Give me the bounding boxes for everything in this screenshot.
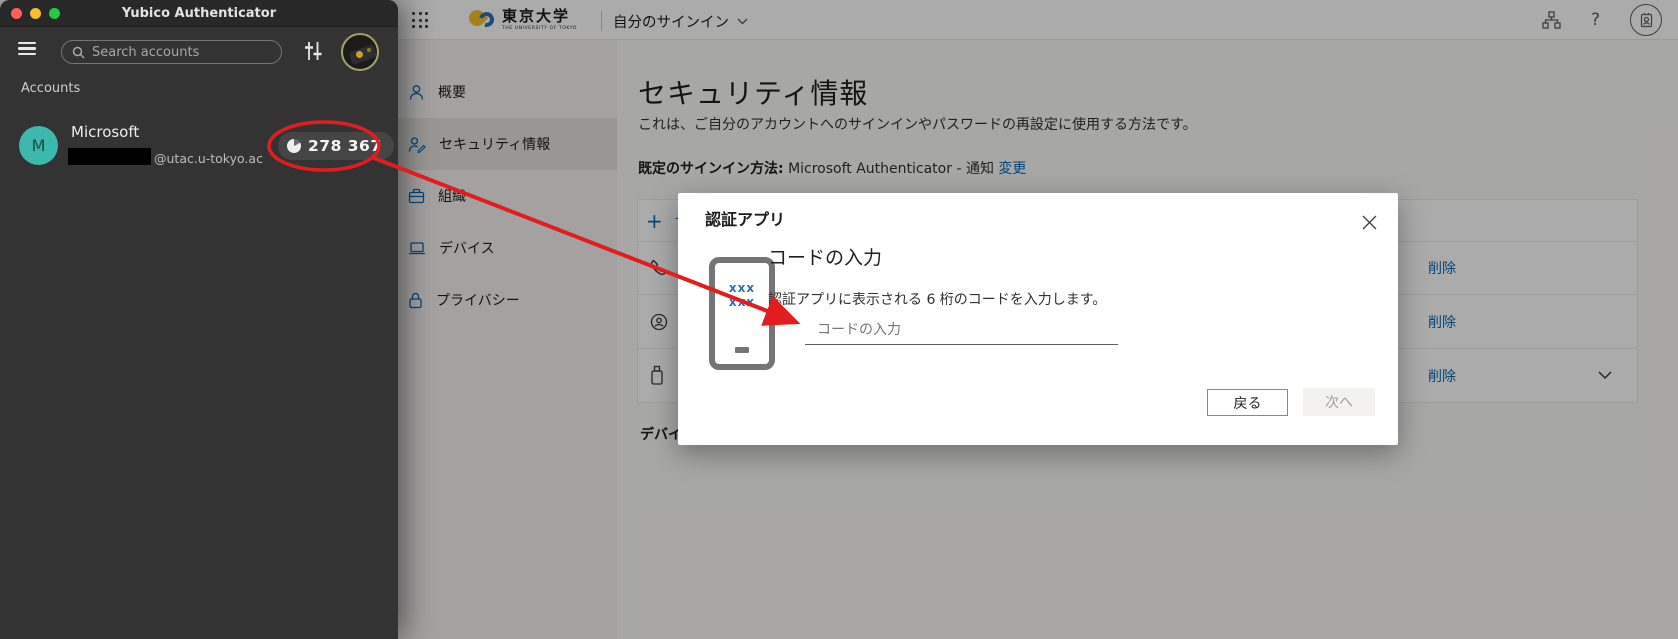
window-title: Yubico Authenticator — [122, 6, 276, 21]
phone-home-button — [735, 347, 749, 353]
dialog-description: 認証アプリに表示される 6 桁のコードを入力します。 — [768, 289, 1106, 309]
zoom-window-button[interactable] — [49, 8, 60, 19]
next-button[interactable]: 次へ — [1303, 388, 1375, 416]
search-box[interactable] — [61, 40, 282, 64]
yubico-titlebar: Yubico Authenticator — [0, 0, 398, 27]
close-window-button[interactable] — [11, 8, 22, 19]
dialog-title: 認証アプリ — [705, 206, 785, 230]
code-input[interactable] — [805, 319, 1118, 345]
dialog-heading: コードの入力 — [768, 243, 882, 270]
account-row-microsoft[interactable]: M Microsoft @utac.u-tokyo.ac 278 367 — [0, 115, 398, 177]
account-domain: @utac.u-tokyo.ac — [154, 151, 263, 166]
otp-code-pill[interactable]: 278 367 — [278, 132, 394, 160]
back-button[interactable]: 戻る — [1207, 389, 1288, 416]
search-icon — [72, 46, 85, 59]
phone-illustration: xxx xxx — [709, 257, 775, 370]
account-name: Microsoft — [71, 123, 139, 141]
yubikey-avatar[interactable] — [341, 33, 379, 71]
authenticator-app-dialog: 認証アプリ xxx xxx コードの入力 認証アプリに表示される 6 桁のコード… — [678, 193, 1398, 445]
minimize-window-button[interactable] — [30, 8, 41, 19]
yubico-authenticator-window: Yubico Authenticator Accounts M Microsof… — [0, 0, 398, 639]
timer-pie-icon — [287, 139, 301, 153]
accounts-section-label: Accounts — [21, 81, 80, 96]
otp-code: 278 367 — [308, 137, 382, 155]
redacted-username — [68, 148, 151, 165]
screenshot-canvas: 東京大学 THE UNIVERSITY OF TOKYO 自分のサインイン ? — [0, 0, 1678, 639]
sliders-icon[interactable] — [303, 41, 324, 61]
account-avatar: M — [19, 126, 58, 165]
close-icon[interactable] — [1356, 209, 1382, 235]
hamburger-icon[interactable] — [18, 42, 36, 55]
phone-code-placeholder: xxx xxx — [715, 281, 769, 309]
search-input[interactable] — [92, 45, 257, 60]
